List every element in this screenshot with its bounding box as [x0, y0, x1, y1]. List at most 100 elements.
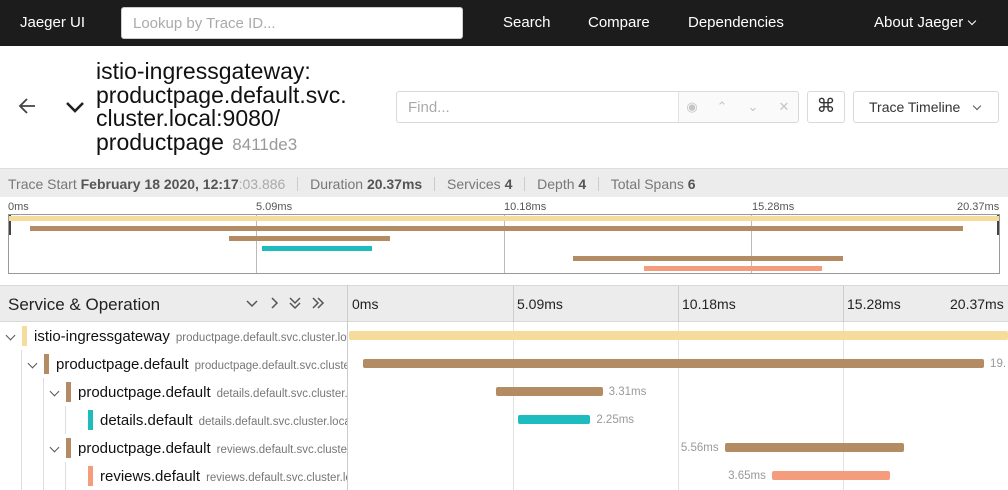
- nav-dependencies-link[interactable]: Dependencies: [688, 14, 784, 31]
- indent-guide: [43, 406, 44, 434]
- span-bar[interactable]: [362, 359, 985, 368]
- chevron-down-icon[interactable]: [5, 330, 16, 341]
- span-row[interactable]: istio-ingressgateway productpage.default.…: [0, 322, 1008, 350]
- trace-summary: Trace Start February 18 2020, 12:17:03.8…: [0, 168, 1008, 197]
- minimap-gridline: [751, 215, 752, 273]
- expand-one-icon[interactable]: [266, 295, 282, 311]
- minimap-gridline: [504, 215, 505, 273]
- indent-guide: [43, 462, 44, 490]
- service-color-marker: [66, 382, 71, 402]
- command-key-icon: ⌘: [816, 96, 836, 117]
- timeline-header: Service & Operation 0ms 5.09ms 10.18ms 1…: [0, 285, 1008, 323]
- span-row[interactable]: details.default details.default.svc.clust…: [0, 406, 1008, 434]
- chevron-down-icon[interactable]: [49, 442, 60, 453]
- collapse-one-icon[interactable]: [244, 295, 260, 311]
- minimap-tick: 15.28ms: [752, 201, 795, 213]
- timeline-gridline: [678, 286, 679, 323]
- brand-link[interactable]: Jaeger UI: [20, 14, 85, 31]
- minimap-span-bar: [9, 216, 999, 221]
- service-name: productpage.default details.default.svc.c…: [78, 384, 347, 401]
- back-arrow-icon[interactable]: [16, 94, 40, 118]
- trace-title-line: productpage.default.svc.: [96, 81, 347, 108]
- duration-value: 20.37ms: [366, 176, 423, 192]
- span-name-cell[interactable]: reviews.default reviews.default.svc.clust…: [0, 462, 347, 490]
- service-color-marker: [88, 466, 93, 486]
- timeline-tick: 15.28ms: [847, 296, 901, 312]
- services-label: Services: [447, 176, 501, 192]
- about-jaeger-menu[interactable]: About Jaeger: [874, 14, 977, 31]
- trace-minimap[interactable]: [8, 214, 1000, 274]
- trace-start-ms: :03.886: [238, 176, 286, 192]
- nav-compare-link[interactable]: Compare: [588, 14, 650, 31]
- depth-value: 4: [578, 176, 587, 192]
- minimap-tick: 10.18ms: [504, 201, 547, 213]
- span-row[interactable]: reviews.default reviews.default.svc.clust…: [0, 462, 1008, 490]
- span-bar[interactable]: [495, 387, 603, 396]
- timeline-tick: 20.37ms: [950, 296, 1004, 312]
- chevron-down-icon[interactable]: [49, 386, 60, 397]
- span-bar[interactable]: [771, 471, 890, 480]
- service-color-marker: [22, 326, 27, 346]
- span-duration-label: 5.56ms: [680, 442, 719, 454]
- expand-all-icon[interactable]: [310, 295, 326, 311]
- divider: [297, 177, 299, 191]
- indent-guide: [21, 350, 22, 378]
- about-jaeger-label: About Jaeger: [874, 14, 964, 31]
- operation-name: productpage.default.svc.cluster.local:90…: [194, 360, 347, 372]
- minimap-tick: 20.37ms: [957, 201, 1000, 213]
- minimap-span-bar: [573, 256, 844, 261]
- service-operation-header: Service & Operation: [8, 295, 161, 314]
- view-select[interactable]: Trace Timeline: [853, 91, 999, 123]
- prev-match-icon[interactable]: ⌃: [713, 98, 731, 116]
- locate-icon[interactable]: ◉: [683, 98, 701, 116]
- operation-name: details.default.svc.cluster.local:9080/*: [198, 416, 347, 428]
- service-name: productpage.default reviews.default.svc.c…: [78, 440, 347, 457]
- service-name: details.default details.default.svc.clust…: [100, 412, 347, 429]
- chevron-down-icon[interactable]: [27, 358, 38, 369]
- next-match-icon[interactable]: ⌄: [744, 98, 762, 116]
- span-name-cell[interactable]: productpage.default details.default.svc.c…: [0, 378, 347, 406]
- indent-guide: [43, 434, 44, 462]
- service-color-marker: [88, 410, 93, 430]
- trace-title-line: istio-ingressgateway:: [96, 58, 311, 84]
- divider: [598, 177, 600, 191]
- timeline-tick: 5.09ms: [517, 296, 563, 312]
- span-row[interactable]: productpage.default reviews.default.svc.c…: [0, 434, 1008, 462]
- clear-search-icon[interactable]: ✕: [775, 98, 793, 116]
- span-name-cell[interactable]: productpage.default productpage.default.s…: [0, 350, 347, 378]
- trace-id-search-input[interactable]: [121, 7, 463, 39]
- span-duration-label: 3.65ms: [728, 470, 766, 482]
- span-row[interactable]: productpage.default productpage.default.s…: [0, 350, 1008, 378]
- minimap-span-bar: [29, 226, 964, 231]
- depth-label: Depth: [537, 176, 575, 192]
- trace-title-line: productpage: [96, 128, 224, 155]
- indent-guide: [21, 434, 22, 462]
- span-duration-label: 2.25ms: [596, 414, 635, 426]
- total-spans-label: Total Spans: [610, 176, 684, 192]
- indent-guide: [21, 378, 22, 406]
- span-duration-label: 3.31ms: [608, 386, 647, 398]
- indent-guide: [43, 378, 44, 406]
- chevron-down-icon: [972, 101, 982, 111]
- indent-guide: [65, 406, 66, 434]
- minimap-gridline: [256, 215, 257, 273]
- span-bar[interactable]: [517, 415, 591, 424]
- nav-search-link[interactable]: Search: [503, 14, 551, 31]
- find-box: ◉ ⌃ ⌄ ✕: [396, 91, 799, 123]
- span-row[interactable]: productpage.default details.default.svc.c…: [0, 378, 1008, 406]
- chevron-down-icon[interactable]: [64, 96, 86, 118]
- operation-name: reviews.default.svc.cluster.local:9080/*: [206, 472, 347, 484]
- keyboard-shortcuts-button[interactable]: ⌘: [807, 91, 845, 123]
- collapse-all-icon[interactable]: [287, 295, 303, 311]
- minimap-tick: 0ms: [8, 201, 29, 213]
- service-name: istio-ingressgateway productpage.default.…: [34, 328, 347, 345]
- span-bar[interactable]: [724, 443, 905, 452]
- trace-title: istio-ingressgateway: productpage.defaul…: [96, 58, 366, 156]
- span-rows: istio-ingressgateway productpage.default.…: [0, 322, 1008, 490]
- span-name-cell[interactable]: istio-ingressgateway productpage.default.…: [0, 322, 347, 350]
- span-name-cell[interactable]: details.default details.default.svc.clust…: [0, 406, 347, 434]
- top-nav: Jaeger UI Search Compare Dependencies Ab…: [0, 0, 1008, 46]
- span-name-cell[interactable]: productpage.default reviews.default.svc.c…: [0, 434, 347, 462]
- find-input[interactable]: [397, 92, 679, 122]
- span-bar[interactable]: [349, 331, 1008, 340]
